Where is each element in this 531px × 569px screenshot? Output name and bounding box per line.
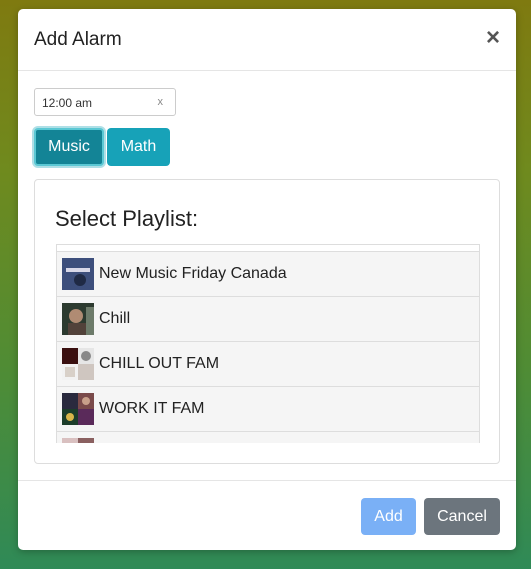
- modal-header: Add Alarm ×: [18, 9, 516, 71]
- playlist-item[interactable]: WORK IT FAM: [57, 386, 479, 431]
- playlist-cover-icon: [62, 393, 94, 425]
- close-icon[interactable]: ×: [486, 26, 500, 50]
- playlist-item-label: New Music Friday Canada: [99, 265, 287, 282]
- modal-footer: Add Cancel: [18, 480, 516, 550]
- playlist-item[interactable]: [57, 431, 479, 443]
- playlist-card: Select Playlist: New Music Friday Canada: [34, 179, 500, 464]
- time-value: 12:00 am: [42, 96, 93, 110]
- playlist-item-label: Chill: [99, 310, 131, 327]
- tab-math[interactable]: Math: [107, 128, 170, 166]
- time-input[interactable]: 12:00 am x: [34, 88, 176, 116]
- select-playlist-heading: Select Playlist:: [55, 206, 199, 231]
- tab-music[interactable]: Music: [34, 128, 104, 166]
- playlist-item-label: CHILL OUT FAM: [99, 355, 220, 372]
- playlist-item[interactable]: New Music Friday Canada: [57, 251, 479, 296]
- add-alarm-dialog: Add Alarm × 12:00 am x Music Math Select…: [18, 9, 516, 550]
- playlist-cover-icon: [62, 258, 94, 290]
- playlist-list[interactable]: New Music Friday Canada Chill CHILL OUT …: [56, 244, 480, 443]
- clear-time-button[interactable]: x: [158, 96, 164, 108]
- add-button[interactable]: Add: [361, 498, 416, 535]
- playlist-item-label: WORK IT FAM: [99, 400, 205, 417]
- cancel-button[interactable]: Cancel: [424, 498, 500, 535]
- playlist-cover-icon: [62, 303, 94, 335]
- modal-title: Add Alarm: [34, 29, 122, 50]
- playlist-cover-icon: [62, 438, 94, 443]
- playlist-item[interactable]: Chill: [57, 296, 479, 341]
- playlist-cover-icon: [62, 348, 94, 380]
- playlist-item[interactable]: CHILL OUT FAM: [57, 341, 479, 386]
